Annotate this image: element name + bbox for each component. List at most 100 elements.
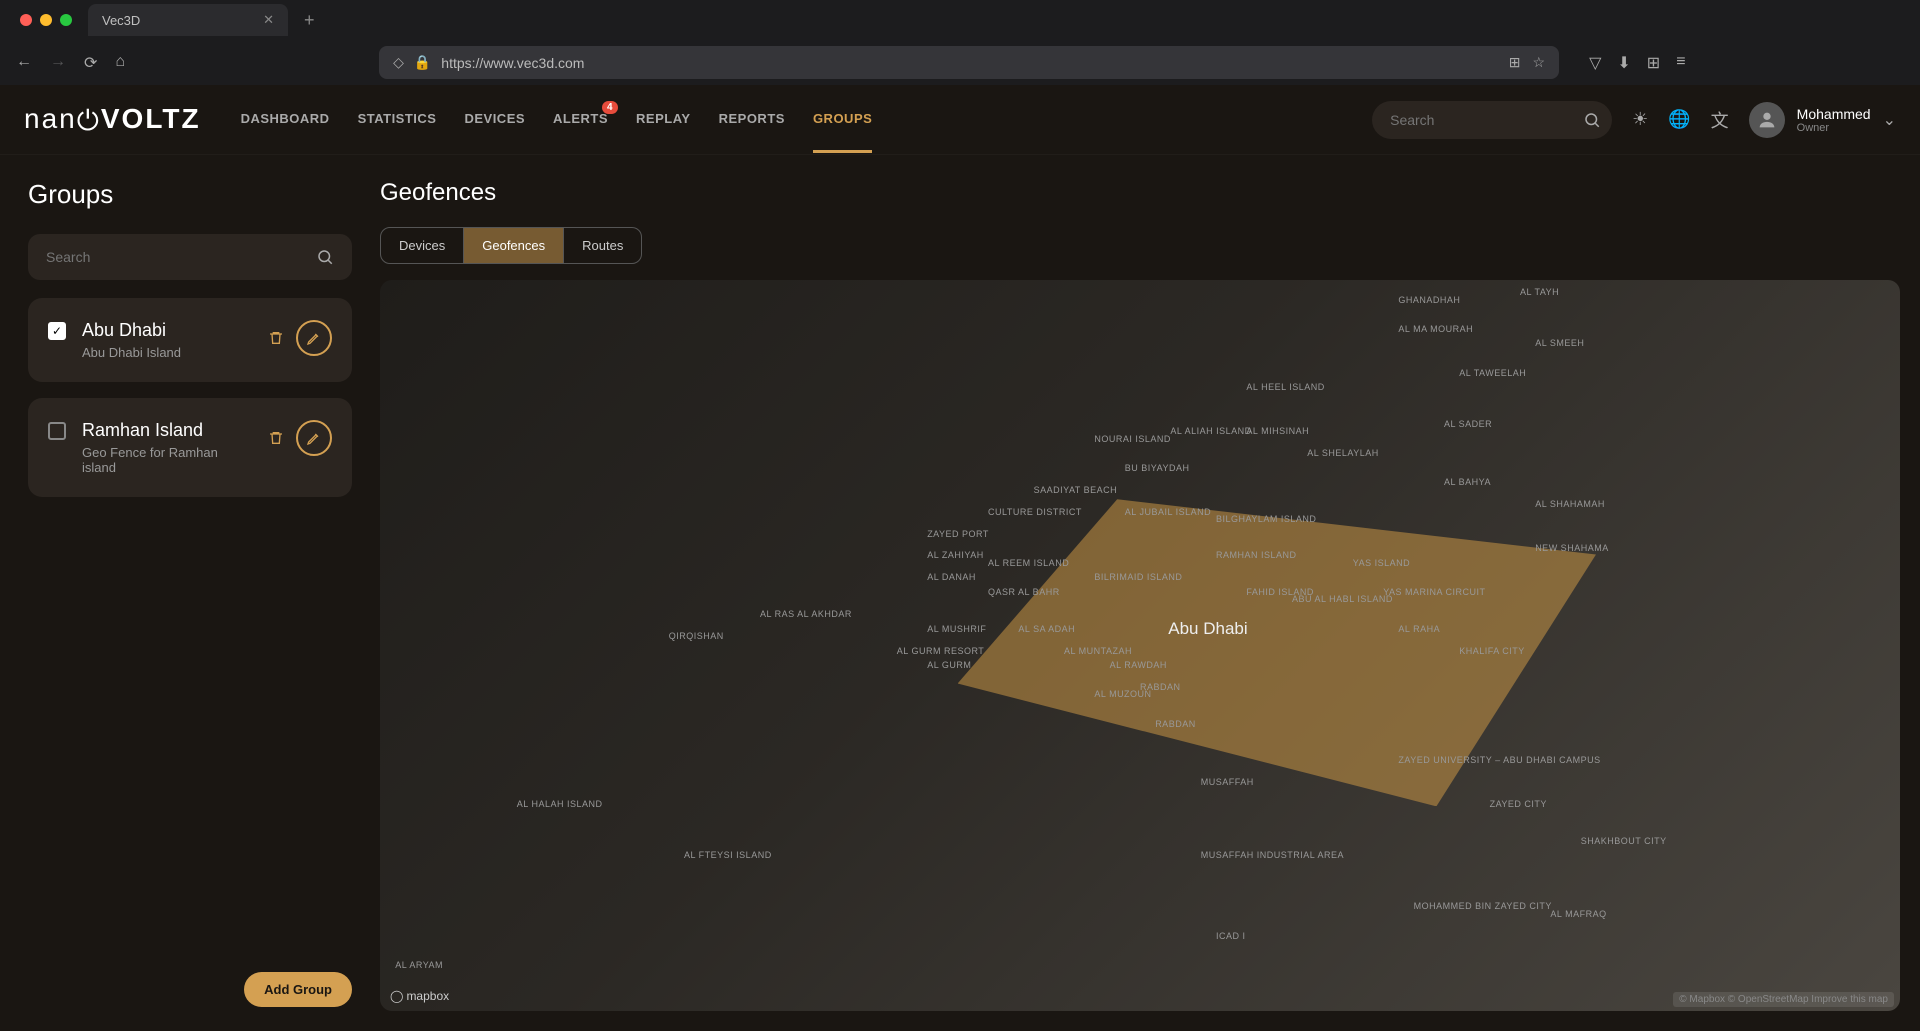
page-title: Geofences (380, 179, 1900, 207)
map-label: AL TAWEELAH (1459, 368, 1526, 378)
nav-statistics[interactable]: STATISTICS (358, 87, 437, 153)
tab-devices[interactable]: Devices (381, 228, 464, 263)
trash-icon[interactable] (268, 330, 284, 346)
globe-icon[interactable]: 🌐 (1668, 109, 1690, 130)
browser-tab[interactable]: Vec3D ✕ (88, 4, 288, 36)
sidebar-search[interactable] (28, 234, 352, 280)
add-group-button[interactable]: Add Group (244, 972, 352, 1007)
map-label: AL ARYAM (395, 960, 443, 970)
map-label: Musaffah Industrial Area (1201, 850, 1344, 860)
url-bar: ← → ⟳ ⌂ ◇ 🔒 https://www.vec3d.com ⊞ ☆ ▽ … (0, 40, 1920, 85)
tab-routes[interactable]: Routes (564, 228, 641, 263)
group-title: Ramhan Island (82, 420, 252, 441)
group-card[interactable]: ✓ Abu Dhabi Abu Dhabi Island (28, 298, 352, 382)
nav-alerts[interactable]: ALERTS 4 (553, 87, 608, 153)
main-nav: DASHBOARD STATISTICS DEVICES ALERTS 4 RE… (241, 87, 873, 153)
group-card[interactable]: Ramhan Island Geo Fence for Ramhan islan… (28, 398, 352, 497)
user-role: Owner (1797, 122, 1871, 134)
download-icon[interactable]: ⬇ (1617, 53, 1630, 73)
map-label: AL HEEL ISLAND (1246, 382, 1324, 392)
tab-geofences[interactable]: Geofences (464, 228, 564, 263)
map-label: AL MA MOURAH (1398, 324, 1473, 334)
map-label: NOURAI ISLAND (1094, 434, 1171, 444)
sidebar-search-input[interactable] (46, 249, 304, 265)
nav-alerts-label: ALERTS (553, 111, 608, 126)
reload-icon[interactable]: ⟳ (84, 53, 97, 73)
map-label: QIRQISHAN (669, 631, 724, 641)
tab-pills: Devices Geofences Routes (380, 227, 642, 264)
map-label: AL TAYH (1520, 287, 1559, 297)
theme-icon[interactable]: ☀ (1632, 109, 1648, 130)
group-checkbox[interactable]: ✓ (48, 322, 66, 340)
trash-icon[interactable] (268, 430, 284, 446)
alerts-badge: 4 (602, 101, 618, 114)
nav-dashboard[interactable]: DASHBOARD (241, 87, 330, 153)
nav-replay[interactable]: REPLAY (636, 87, 691, 153)
menu-icon[interactable]: ≡ (1676, 53, 1685, 73)
pocket-icon[interactable]: ▽ (1589, 53, 1601, 73)
back-icon[interactable]: ← (16, 53, 32, 73)
home-icon[interactable]: ⌂ (115, 53, 125, 73)
language-icon[interactable]: 文 (1711, 107, 1729, 133)
map-label: AL FTEYSI ISLAND (684, 850, 772, 860)
geofence-label: Abu Dhabi (1168, 619, 1247, 639)
geofence-polygon[interactable]: Abu Dhabi (958, 499, 1596, 806)
user-name: Mohammed (1797, 106, 1871, 122)
content: Groups ✓ Abu Dhabi Abu Dhabi Island (0, 155, 1920, 1031)
tab-title: Vec3D (102, 13, 140, 28)
lock-icon: 🔒 (414, 54, 431, 71)
user-menu[interactable]: Mohammed Owner ⌄ (1749, 102, 1896, 138)
map-label: BU BIYAYDAH (1125, 463, 1190, 473)
edit-icon[interactable] (296, 320, 332, 356)
search-input[interactable] (1390, 112, 1571, 128)
traffic-lights (12, 14, 80, 26)
nav-reports[interactable]: REPORTS (719, 87, 785, 153)
map-label: MOHAMMED BIN ZAYED CITY (1414, 901, 1552, 911)
group-info: Ramhan Island Geo Fence for Ramhan islan… (82, 420, 252, 475)
new-tab-button[interactable]: + (296, 10, 323, 31)
forward-icon[interactable]: → (50, 53, 66, 73)
group-actions (268, 320, 332, 356)
nav-devices[interactable]: DEVICES (464, 87, 525, 153)
tab-bar: Vec3D ✕ + (0, 0, 1920, 40)
address-box[interactable]: ◇ 🔒 https://www.vec3d.com ⊞ ☆ (379, 46, 1559, 79)
mapbox-logo: ◯mapbox (390, 989, 449, 1003)
window-maximize[interactable] (60, 14, 72, 26)
main: Geofences Devices Geofences Routes Abu D… (380, 155, 1920, 1031)
search-icon[interactable] (1583, 111, 1601, 129)
bookmark-icon[interactable]: ☆ (1533, 54, 1546, 71)
map-label: AL BAHYA (1444, 477, 1491, 487)
search-icon[interactable] (316, 248, 334, 266)
nav-icons: ← → ⟳ ⌂ (16, 53, 125, 73)
map-attribution[interactable]: © Mapbox © OpenStreetMap Improve this ma… (1673, 992, 1894, 1007)
app-header: nan⏻VOLTZ DASHBOARD STATISTICS DEVICES A… (0, 85, 1920, 155)
map[interactable]: Abu Dhabi ◯mapbox © Mapbox © OpenStreetM… (380, 280, 1900, 1011)
window-close[interactable] (20, 14, 32, 26)
close-icon[interactable]: ✕ (263, 12, 274, 28)
group-title: Abu Dhabi (82, 320, 252, 341)
header-right: ☀ 🌐 文 Mohammed Owner ⌄ (1372, 101, 1896, 139)
nav-groups[interactable]: GROUPS (813, 87, 872, 153)
group-checkbox[interactable] (48, 422, 66, 440)
extensions-icon[interactable]: ⊞ (1647, 53, 1660, 73)
url-text: https://www.vec3d.com (441, 55, 584, 71)
map-label: AL MAFRAQ (1550, 909, 1606, 919)
logo: nan⏻VOLTZ (24, 103, 201, 136)
browser-chrome: Vec3D ✕ + ← → ⟳ ⌂ ◇ 🔒 https://www.vec3d.… (0, 0, 1920, 85)
header-search[interactable] (1372, 101, 1612, 139)
group-info: Abu Dhabi Abu Dhabi Island (82, 320, 252, 360)
grid-icon[interactable]: ⊞ (1509, 54, 1521, 71)
map-label: AL ALIAH ISLAND (1170, 426, 1251, 436)
map-label: SAADIYAT BEACH (1034, 485, 1118, 495)
map-label: AL SMEEH (1535, 338, 1584, 348)
map-label: SHAKHBOUT CITY (1581, 836, 1667, 846)
user-info: Mohammed Owner (1797, 106, 1871, 134)
map-label: AL MIHSINAH (1246, 426, 1309, 436)
map-label: ICAD I (1216, 931, 1246, 941)
edit-icon[interactable] (296, 420, 332, 456)
window-minimize[interactable] (40, 14, 52, 26)
group-desc: Geo Fence for Ramhan island (82, 445, 252, 475)
sidebar: Groups ✓ Abu Dhabi Abu Dhabi Island (0, 155, 380, 1031)
group-desc: Abu Dhabi Island (82, 345, 252, 360)
shield-icon: ◇ (393, 54, 404, 71)
